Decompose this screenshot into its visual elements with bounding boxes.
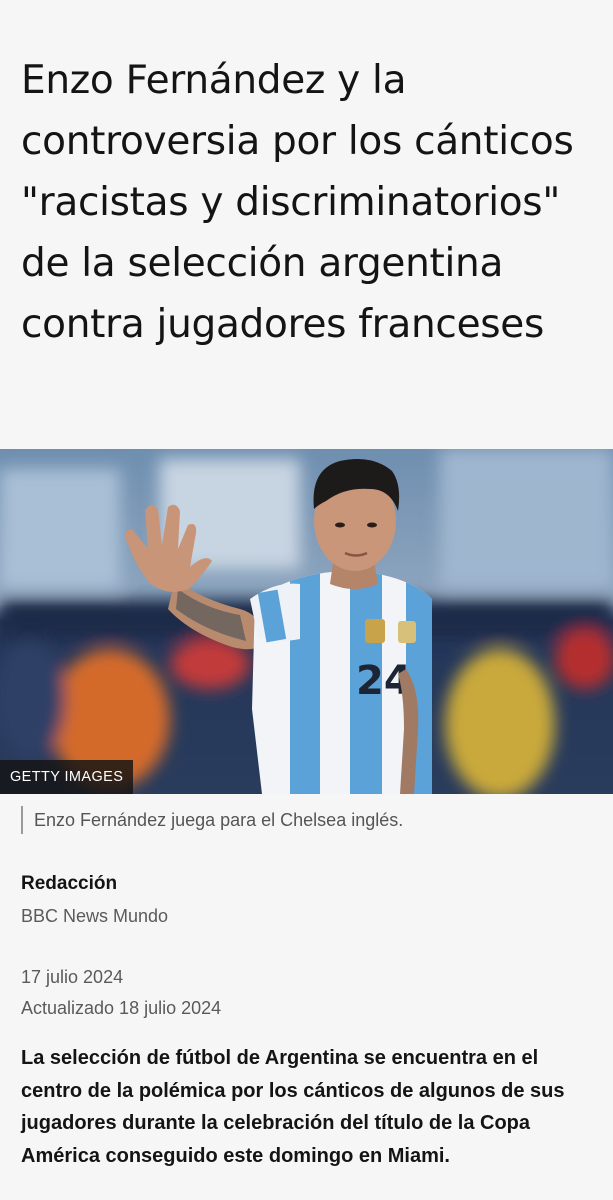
hero-image[interactable]: 24 GETTY IMAGES (0, 449, 613, 794)
image-caption: Enzo Fernández juega para el Chelsea ing… (21, 806, 403, 834)
byline-author: Redacción (21, 873, 118, 894)
byline-organization: BBC News Mundo (21, 906, 169, 926)
article-headline: Enzo Fernández y la controversia por los… (21, 58, 574, 347)
updated-date: Actualizado 18 julio 2024 (21, 998, 222, 1018)
publish-date: 17 julio 2024 (21, 967, 124, 987)
article-lead: La selección de fútbol de Argentina se e… (21, 1047, 565, 1167)
image-credit: GETTY IMAGES (0, 760, 134, 794)
article-page: Enzo Fernández y la controversia por los… (0, 0, 613, 1200)
player-photo: 24 (0, 449, 613, 794)
